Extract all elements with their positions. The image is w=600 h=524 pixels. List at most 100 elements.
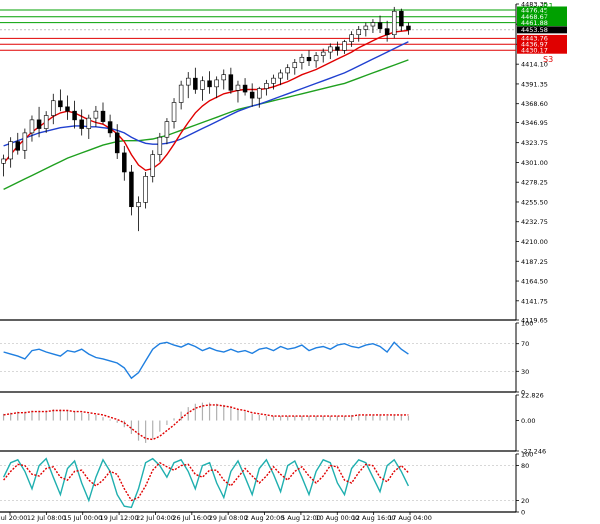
- bull-candle: [342, 41, 347, 51]
- bear-candle: [15, 141, 21, 151]
- bear-candle: [306, 57, 312, 62]
- price-tick-label: 4210.00: [521, 238, 548, 246]
- price-tick-label: 4278.25: [521, 179, 548, 187]
- price-tick-label: 4323.75: [521, 139, 548, 147]
- bull-candle: [8, 141, 13, 160]
- price-panel[interactable]: 4483.354460.154437.054414.104391.354368.…: [0, 1, 567, 325]
- trading-chart-window: 4483.354460.154437.054414.104391.354368.…: [0, 0, 600, 524]
- rsi-line: [3, 341, 409, 380]
- bull-candle: [22, 132, 28, 151]
- bull-candle: [43, 115, 49, 129]
- bear-candle: [58, 100, 63, 108]
- stochastic-tick-label: 100: [521, 451, 533, 459]
- time-tick-label: 12 Jul 08:00: [27, 514, 66, 522]
- bull-candle: [1, 158, 6, 164]
- bull-candle: [185, 77, 191, 86]
- bull-candle: [136, 202, 141, 208]
- price-tick-label: 4346.95: [521, 119, 548, 127]
- bear-candle: [72, 110, 77, 121]
- bear-candle: [384, 28, 390, 36]
- bull-candle: [93, 110, 99, 119]
- bull-candle: [29, 119, 35, 134]
- rsi-panel[interactable]: 10070300: [0, 320, 533, 397]
- price-tick-label: 4187.25: [521, 258, 548, 266]
- stochastic-tick-label: 20: [521, 497, 529, 505]
- bull-candle: [391, 10, 397, 36]
- bear-candle: [249, 91, 255, 99]
- ema-slow-line: [3, 59, 409, 191]
- price-tick-label: 4301.00: [521, 159, 548, 167]
- price-tick-label: 4164.50: [521, 278, 548, 286]
- stochastic-tick-label: 80: [521, 462, 529, 470]
- bear-candle: [335, 46, 340, 51]
- bull-candle: [86, 117, 92, 129]
- bull-candle: [328, 46, 333, 53]
- bull-candle: [171, 102, 177, 122]
- bear-candle: [114, 132, 120, 154]
- bull-candle: [164, 121, 170, 138]
- time-tick-label: 2 Aug 20:00: [245, 514, 285, 522]
- stochastic-panel[interactable]: 100 80 20 0: [0, 451, 533, 517]
- macd-tick-label: 0.00: [521, 417, 535, 425]
- rsi-tick-label: 30: [521, 368, 529, 376]
- bull-candle: [320, 51, 326, 56]
- macd-signal-line: [3, 404, 409, 441]
- bear-candle: [122, 152, 127, 173]
- bear-candle: [65, 106, 70, 112]
- bear-candle: [107, 121, 113, 134]
- bull-candle: [235, 84, 241, 91]
- time-tick-label: 15 Jul 00:00: [63, 514, 102, 522]
- bull-candle: [356, 29, 361, 36]
- bull-candle: [285, 67, 290, 74]
- price-tick-label: 4232.75: [521, 218, 548, 226]
- bear-candle: [79, 119, 84, 129]
- support-price-badge-label: 4430.17: [521, 47, 548, 55]
- bull-candle: [370, 22, 376, 27]
- bull-candle: [257, 88, 262, 99]
- rsi-tick-label: 100: [521, 320, 533, 328]
- time-tick-label: 19 Jul 12:00: [100, 514, 139, 522]
- bull-candle: [299, 57, 305, 63]
- macd-panel[interactable]: 22.8260.00-27.246: [0, 392, 546, 456]
- bull-candle: [200, 80, 205, 90]
- stochastic-tick-label: 0: [521, 509, 525, 517]
- price-tick-label: 4141.75: [521, 297, 548, 305]
- bull-candle: [363, 25, 369, 30]
- bull-candle: [178, 84, 184, 103]
- ema-fast-line: [3, 29, 409, 172]
- bull-candle: [271, 77, 276, 84]
- bull-candle: [221, 74, 227, 81]
- chart-canvas[interactable]: 4483.354460.154437.054414.104391.354368.…: [0, 0, 600, 524]
- time-tick-label: 7 Jul 20:00: [0, 514, 27, 522]
- time-tick-label: 22 Jul 04:00: [136, 514, 175, 522]
- bull-candle: [313, 55, 319, 62]
- bull-candle: [278, 72, 283, 79]
- price-tick-label: 4368.60: [521, 100, 548, 108]
- bull-candle: [51, 100, 56, 116]
- price-tick-label: 4255.50: [521, 198, 548, 206]
- bear-candle: [36, 119, 42, 129]
- stochastic-main-line: [2, 457, 410, 509]
- bear-candle: [406, 25, 411, 31]
- price-tick-label: 4391.35: [521, 80, 548, 88]
- rsi-tick-label: 70: [521, 340, 529, 348]
- bull-candle: [143, 176, 148, 203]
- support-level-label: S3: [543, 55, 553, 64]
- bear-candle: [377, 22, 383, 29]
- time-tick-label: 26 Jul 16:00: [172, 514, 211, 522]
- bear-candle: [193, 77, 198, 90]
- time-axis: 7 Jul 20:0012 Jul 08:0015 Jul 00:0019 Ju…: [0, 512, 432, 522]
- bear-candle: [129, 171, 134, 208]
- current-price-badge-label: 4453.58: [521, 26, 548, 34]
- bear-candle: [399, 10, 404, 27]
- bear-candle: [242, 84, 248, 93]
- time-tick-label: 29 Jul 08:00: [209, 514, 248, 522]
- bear-candle: [100, 110, 106, 122]
- bull-candle: [150, 154, 155, 177]
- bull-candle: [214, 79, 219, 88]
- macd-tick-label: 22.826: [521, 392, 544, 400]
- time-tick-label: 17 Aug 04:00: [388, 514, 432, 522]
- bull-candle: [264, 83, 269, 89]
- bull-candle: [349, 34, 354, 42]
- bear-candle: [207, 80, 212, 88]
